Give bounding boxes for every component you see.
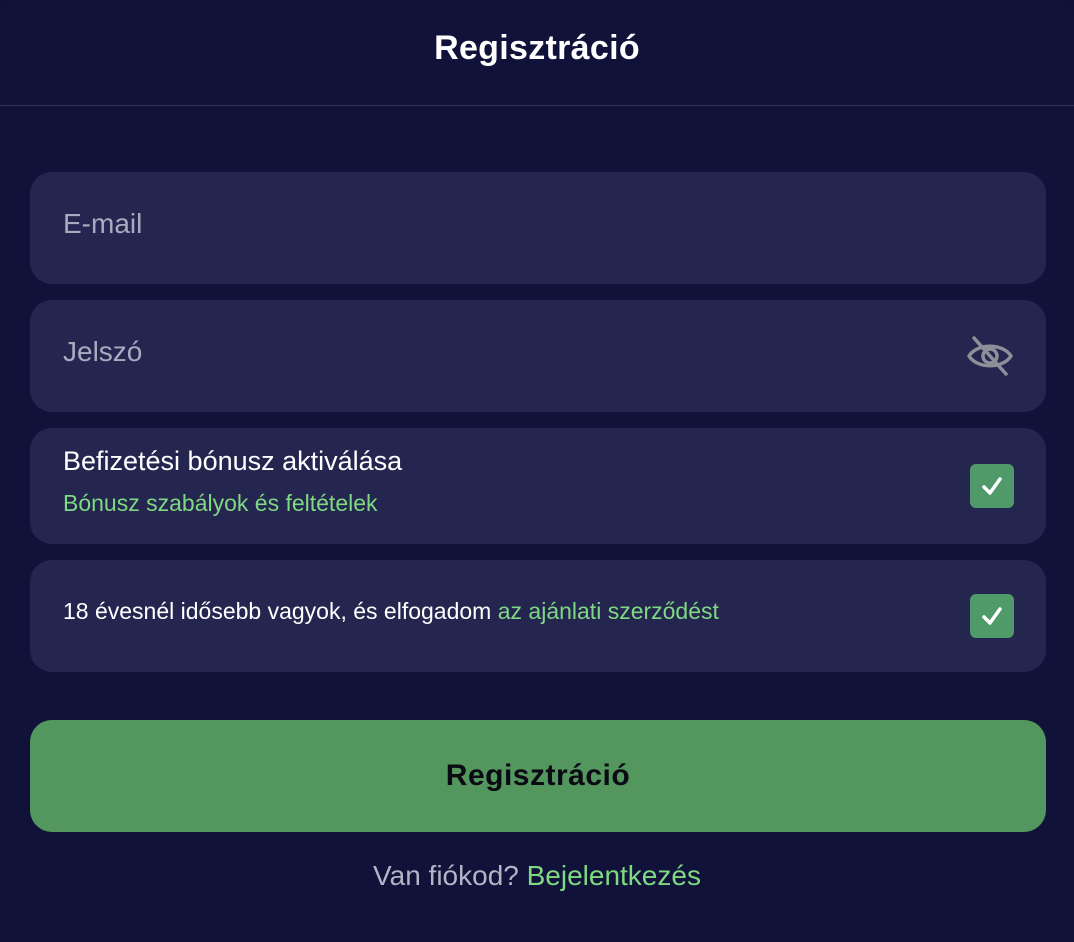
email-field[interactable] [30, 172, 1046, 284]
modal-header: Regisztráció [0, 0, 1074, 106]
terms-option: 18 évesnél idősebb vagyok, és elfogadom … [30, 560, 1046, 672]
bonus-option: Befizetési bónusz aktiválása Bónusz szab… [30, 428, 1046, 544]
password-field[interactable] [30, 300, 1046, 412]
registration-modal: Regisztráció Befizetési bónusz aktiválás… [0, 0, 1074, 942]
register-button[interactable]: Regisztráció [30, 720, 1046, 832]
terms-text: 18 évesnél idősebb vagyok, és elfogadom [63, 598, 498, 624]
checkmark-icon [982, 607, 1002, 625]
bonus-checkbox[interactable] [970, 464, 1014, 508]
login-prompt: Van fiókod? Bejelentkezés [0, 860, 1074, 892]
password-field-container[interactable] [30, 300, 1046, 412]
login-question: Van fiókod? [373, 860, 519, 891]
terms-link[interactable]: az ajánlati szerződést [498, 598, 719, 624]
eye-off-icon[interactable] [966, 334, 1014, 378]
checkmark-icon [982, 477, 1002, 495]
bonus-terms-link[interactable]: Bónusz szabályok és feltételek [63, 490, 378, 517]
bonus-label: Befizetési bónusz aktiválása [63, 446, 403, 476]
terms-checkbox[interactable] [970, 594, 1014, 638]
terms-label: 18 évesnél idősebb vagyok, és elfogadom … [63, 598, 719, 625]
login-link[interactable]: Bejelentkezés [527, 860, 701, 891]
email-field-container[interactable] [30, 172, 1046, 284]
page-title: Regisztráció [434, 29, 640, 67]
